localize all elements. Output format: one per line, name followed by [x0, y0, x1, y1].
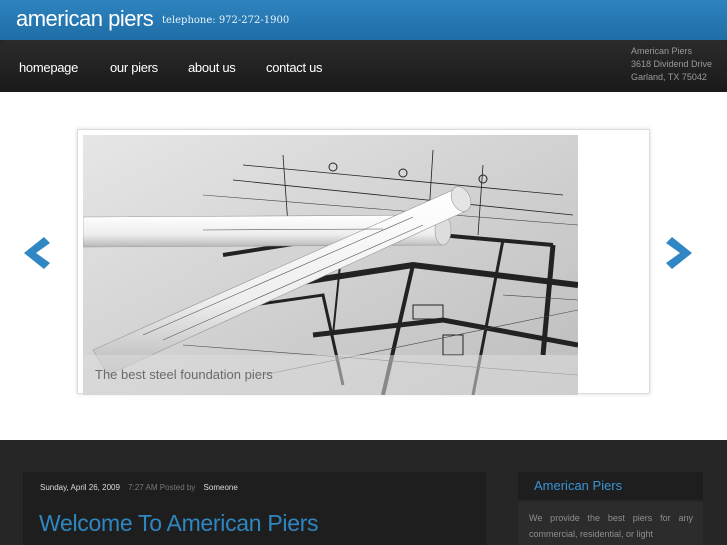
nav-link-homepage[interactable]: homepage [19, 60, 78, 75]
address-line-name: American Piers [631, 46, 693, 56]
slide-caption-text: The best steel foundation piers [95, 367, 273, 382]
sidebar-widget: American Piers We provide the best piers… [518, 472, 703, 545]
post-author[interactable]: Someone [204, 483, 238, 492]
image-slider: The best steel foundation piers [0, 92, 727, 440]
content-area: Sunday, April 26, 2009 7:27 AM Posted by… [0, 440, 727, 545]
sidebar-title: American Piers [534, 478, 623, 493]
address-line-city: Garland, TX 75042 [631, 72, 707, 82]
company-address: American Piers 3618 Dividend Drive Garla… [631, 45, 719, 84]
post-date: Sunday, April 26, 2009 [40, 483, 120, 492]
previous-slide-arrow-icon[interactable] [20, 235, 52, 271]
blog-post: Sunday, April 26, 2009 7:27 AM Posted by… [23, 472, 486, 545]
phone-number: telephone: 972-272-1900 [162, 15, 290, 26]
blueprint-slide-image: The best steel foundation piers [83, 135, 578, 395]
top-header-bar: american piers telephone: 972-272-1900 [0, 0, 727, 40]
sidebar-text: We provide the best piers for any commer… [529, 513, 693, 539]
next-slide-arrow-icon[interactable] [664, 235, 696, 271]
nav-link-our-piers[interactable]: our piers [110, 60, 158, 75]
post-time: 7:27 AM Posted by [128, 483, 196, 492]
navigation-bar: homepage our piers about us contact us A… [0, 40, 727, 92]
sidebar-body: We provide the best piers for any commer… [518, 502, 703, 545]
nav-link-about-us[interactable]: about us [188, 60, 236, 75]
sidebar-header: American Piers [518, 472, 703, 500]
post-meta: Sunday, April 26, 2009 7:27 AM Posted by… [40, 483, 238, 492]
nav-link-contact-us[interactable]: contact us [266, 60, 323, 75]
slide-caption: The best steel foundation piers [83, 355, 578, 395]
site-logo[interactable]: american piers [16, 6, 154, 32]
slide-frame: The best steel foundation piers [77, 129, 650, 395]
post-title[interactable]: Welcome To American Piers [39, 510, 319, 537]
address-line-street: 3618 Dividend Drive [631, 59, 713, 69]
